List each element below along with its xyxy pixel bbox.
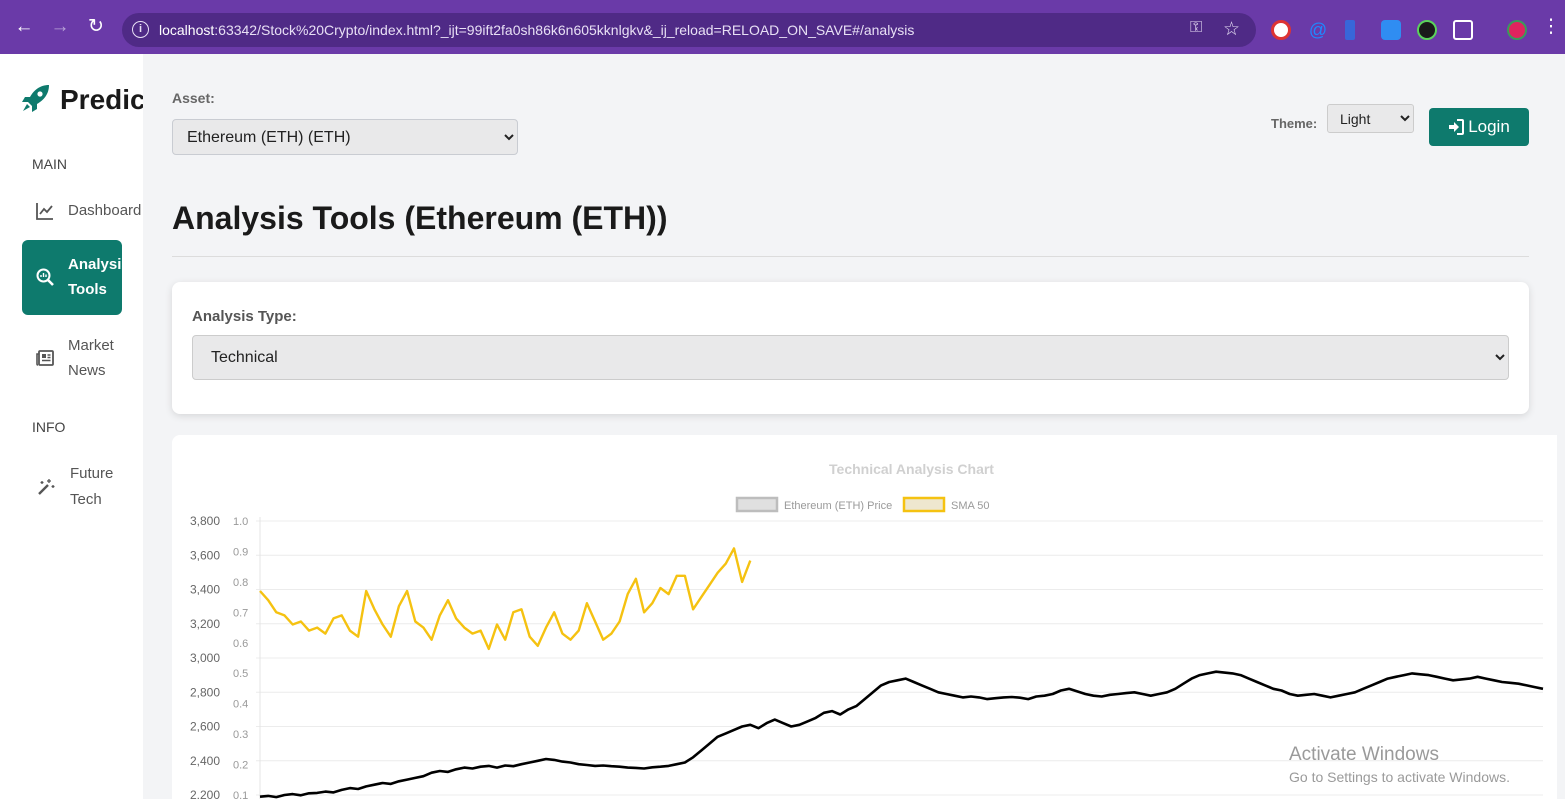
pokeball-extension-icon[interactable] [1271, 20, 1291, 40]
watermark-subtitle: Go to Settings to activate Windows. [1289, 769, 1510, 785]
menu-icon[interactable]: ⋮ [1537, 13, 1565, 41]
profile-avatar[interactable] [1507, 20, 1527, 40]
sidebar-item-future-tech[interactable]: Future Tech [22, 460, 122, 512]
reload-icon[interactable]: ↻ [82, 13, 110, 41]
sidebar-item-label: Analysis [68, 256, 130, 273]
sidebar-item-dashboard[interactable]: Dashboard [22, 197, 141, 224]
analysis-type-select[interactable]: Technical [192, 335, 1509, 380]
info-section-header: INFO [32, 419, 66, 435]
sma-50-line [259, 547, 752, 651]
windows-activation-watermark: Activate Windows Go to Settings to activ… [1289, 744, 1510, 785]
y-left-tick-label: 3,000 [190, 651, 220, 665]
y-right-tick-label: 0.2 [233, 760, 248, 772]
y-left-tick-label: 2,400 [190, 754, 220, 768]
sidebar-item-label-line2: Tech [70, 491, 102, 508]
y-left-tick-label: 2,800 [190, 685, 220, 699]
newspaper-icon [36, 350, 54, 366]
y-right-tick-label: 0.9 [233, 546, 248, 558]
y-left-tick-label: 3,200 [190, 617, 220, 631]
legend-swatch [735, 496, 779, 513]
y-right-tick-label: 0.1 [233, 790, 248, 799]
sidebar-item-label: Dashboard [68, 202, 142, 219]
page-title: Analysis Tools (Ethereum (ETH)) [172, 200, 668, 236]
url-text[interactable]: localhost:63342/Stock%20Crypto/index.htm… [159, 22, 914, 38]
forward-icon[interactable]: → [46, 13, 74, 41]
y-right-tick-label: 0.7 [233, 607, 248, 619]
sidebar-item-label: Future [70, 465, 114, 482]
asset-select[interactable]: Ethereum (ETH) (ETH) [172, 119, 518, 155]
page-scrollbar[interactable] [1557, 54, 1565, 799]
sidebar-item-analysis-tools[interactable]: Analysis Tools [22, 240, 130, 315]
title-divider [172, 256, 1529, 257]
address-bar[interactable]: i localhost:63342/Stock%20Crypto/index.h… [122, 13, 1256, 47]
y-right-tick-label: 0.3 [233, 729, 248, 741]
theme-select[interactable]: Light [1327, 104, 1414, 133]
site-info-icon[interactable]: i [132, 21, 149, 38]
back-icon[interactable]: ← [10, 13, 38, 41]
sidebar-item-market-news[interactable]: Market News [22, 332, 122, 384]
sidebar-item-label-line2: Tools [68, 281, 107, 298]
chart-title: Technical Analysis Chart [829, 461, 994, 477]
sidebar-item-label-line2: News [68, 362, 106, 379]
search-chart-icon [36, 268, 54, 286]
y-left-tick-label: 2,600 [190, 720, 220, 734]
legend-label: SMA 50 [951, 500, 990, 512]
extensions-icon[interactable] [1453, 20, 1473, 40]
y-left-tick-label: 3,400 [190, 583, 220, 597]
y-left-tick-label: 3,600 [190, 548, 220, 562]
y-right-tick-label: 1.0 [233, 516, 248, 528]
line-chart-icon [36, 203, 53, 220]
rocket-icon [22, 85, 49, 112]
y-right-tick-label: 0.4 [233, 699, 248, 711]
y-right-tick-label: 0.5 [233, 668, 248, 680]
login-label: Login [1468, 117, 1510, 136]
bookmark-extension-icon[interactable] [1345, 20, 1355, 40]
y-right-tick-label: 0.6 [233, 638, 248, 650]
y-right-tick-label: 0.8 [233, 577, 248, 589]
sidebar: Predic MAIN Dashboard Analysis Tools Mar… [0, 54, 143, 799]
analysis-type-card: Analysis Type: Technical [172, 282, 1529, 414]
main-section-header: MAIN [32, 156, 67, 172]
sidebar-item-label: Market [68, 337, 114, 354]
grammar-extension-icon[interactable] [1417, 20, 1437, 40]
shield-extension-icon[interactable] [1381, 20, 1401, 40]
asset-label: Asset: [172, 90, 215, 106]
watermark-title: Activate Windows [1289, 744, 1439, 765]
legend-label: Ethereum (ETH) Price [784, 500, 892, 512]
sign-in-icon [1449, 119, 1465, 135]
login-button[interactable]: Login [1429, 108, 1529, 146]
star-icon[interactable]: ☆ [1223, 18, 1240, 41]
legend-swatch [902, 496, 946, 513]
theme-label: Theme: [1271, 116, 1318, 131]
app-logo[interactable]: Predic [22, 84, 143, 116]
browser-toolbar: ← → ↻ i localhost:63342/Stock%20Crypto/i… [0, 0, 1565, 54]
y-left-tick-label: 2,200 [190, 788, 220, 799]
analysis-type-label: Analysis Type: [192, 308, 297, 325]
y-left-tick-label: 3,800 [190, 514, 220, 528]
at-extension-icon[interactable]: @ [1308, 20, 1328, 40]
key-icon[interactable]: ⚿ [1190, 19, 1202, 37]
logo-text: Predic [60, 84, 143, 115]
magic-wand-icon [38, 479, 55, 495]
